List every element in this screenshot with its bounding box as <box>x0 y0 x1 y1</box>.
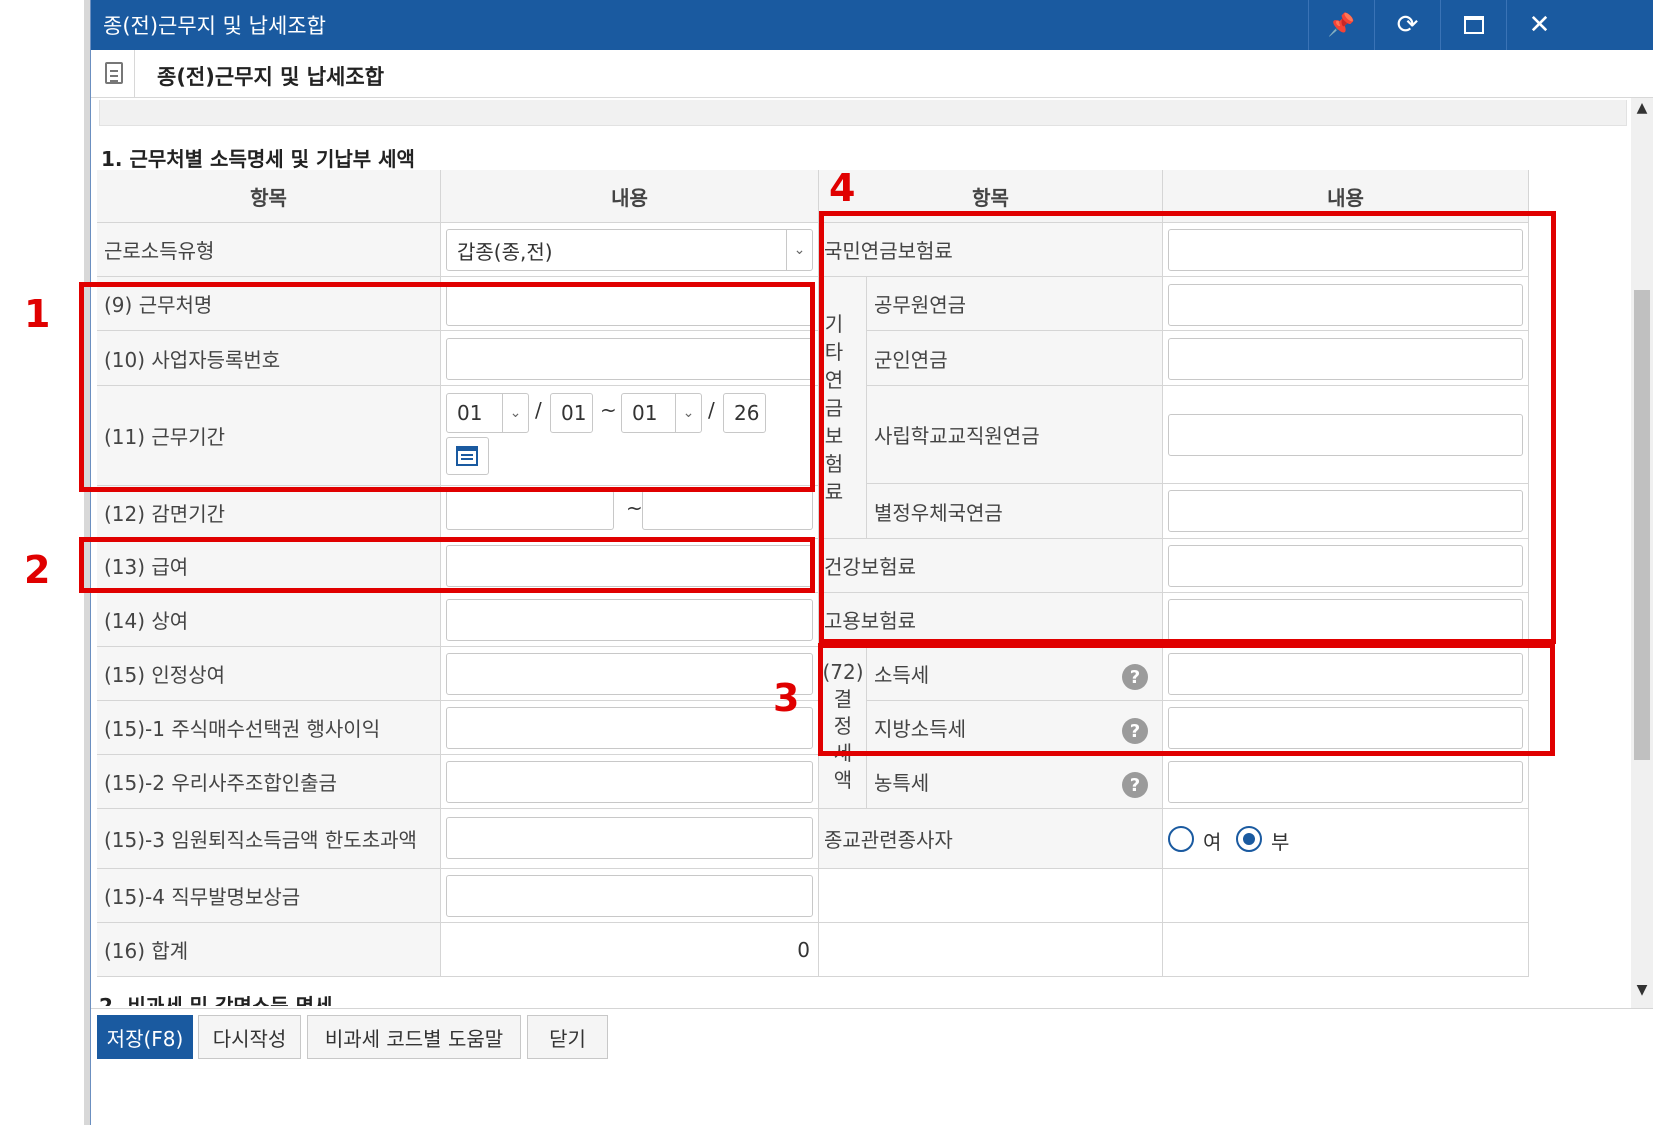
label-esop: (15)-2 우리사주조합인출금 <box>97 755 441 809</box>
window-title: 종(전)근무지 및 납세조합 <box>103 14 326 38</box>
label-exec-retire: (15)-3 임원퇴직소득금액 한도초과액 <box>97 809 441 869</box>
save-button[interactable]: 저장(F8) <box>97 1015 193 1059</box>
income-type-select[interactable]: 갑종(종,전) ⌄ <box>446 229 813 271</box>
exec-retire-input[interactable] <box>446 817 813 859</box>
reduction-from-input[interactable] <box>446 490 614 530</box>
close-icon: ✕ <box>1528 10 1551 40</box>
religious-yes-label: 여 <box>1203 830 1222 854</box>
bonus-input[interactable] <box>446 599 813 641</box>
top-panel <box>99 100 1627 126</box>
maximize-icon <box>1463 16 1484 34</box>
annotation-box-3 <box>818 643 1555 756</box>
scroll-up-arrow-icon[interactable]: ▲ <box>1634 100 1650 116</box>
scrollbar-thumb[interactable] <box>1634 290 1650 760</box>
annotation-box-4 <box>819 211 1556 644</box>
reduction-to-input[interactable] <box>642 490 813 530</box>
empty-cell <box>819 869 1163 923</box>
annotation-box-2 <box>79 537 815 593</box>
religious-no-label: 부 <box>1271 830 1290 854</box>
help-icon[interactable]: ? <box>1122 772 1148 798</box>
religious-yes-radio[interactable] <box>1168 826 1194 852</box>
label-bonus: (14) 상여 <box>97 593 441 647</box>
chevron-down-icon: ⌄ <box>786 230 812 270</box>
annotation-number-2: 2 <box>24 548 51 592</box>
label-total: (16) 합계 <box>97 923 441 977</box>
rural-tax-input[interactable] <box>1168 761 1523 803</box>
annotation-box-1 <box>79 282 815 492</box>
empty-cell <box>1163 869 1529 923</box>
religious-no-radio[interactable] <box>1236 826 1262 852</box>
divider <box>134 50 135 98</box>
document-icon <box>105 62 123 84</box>
refresh-button[interactable]: ⟳ <box>1374 0 1440 50</box>
title-bar: 종(전)근무지 및 납세조합 📌 ⟳ ✕ <box>91 0 1653 50</box>
close-button[interactable]: ✕ <box>1506 0 1572 50</box>
section-title: 1. 근무처별 소득명세 및 기납부 세액 <box>101 147 415 171</box>
empty-cell <box>819 923 1163 977</box>
annotation-number-4: 4 <box>829 166 856 210</box>
help-button[interactable]: 비과세 코드별 도움말 <box>307 1015 521 1059</box>
label-rural-tax: 농특세 <box>867 755 1163 809</box>
label-stock-option: (15)-1 주식매수선택권 행사이익 <box>97 701 441 755</box>
label-invention: (15)-4 직무발명보상금 <box>97 869 441 923</box>
section-2-title: 2. 비과세 및 감면소득 명세 <box>99 994 333 1006</box>
tilde: ~ <box>626 496 643 520</box>
sub-header: 종(전)근무지 및 납세조합 <box>91 50 1653 98</box>
dialog-window: 종(전)근무지 및 납세조합 📌 ⟳ ✕ 종(전)근무지 및 납세조합 1. 근… <box>79 0 1653 1125</box>
page-title: 종(전)근무지 및 납세조합 <box>157 65 385 89</box>
esop-input[interactable] <box>446 761 813 803</box>
close-dialog-button[interactable]: 닫기 <box>527 1015 608 1059</box>
rewrite-button[interactable]: 다시작성 <box>198 1015 301 1059</box>
scroll-down-arrow-icon[interactable]: ▼ <box>1634 982 1650 998</box>
pin-icon: 📌 <box>1327 12 1356 38</box>
label-income-type: 근로소득유형 <box>97 223 441 277</box>
pin-button[interactable]: 📌 <box>1308 0 1374 50</box>
label-deemed-bonus: (15) 인정상여 <box>97 647 441 701</box>
label-religious: 종교관련종사자 <box>819 809 1163 869</box>
label-reduction: (12) 감면기간 <box>97 486 441 539</box>
header-content-left: 내용 <box>441 170 819 223</box>
total-value: 0 <box>441 923 819 977</box>
deemed-bonus-input[interactable] <box>446 653 813 695</box>
refresh-icon: ⟳ <box>1396 10 1419 40</box>
annotation-number-1: 1 <box>24 292 51 336</box>
annotation-number-3: 3 <box>773 676 800 720</box>
header-item-left: 항목 <box>97 170 441 223</box>
maximize-button[interactable] <box>1440 0 1506 50</box>
stock-option-input[interactable] <box>446 707 813 749</box>
income-type-value: 갑종(종,전) <box>457 239 553 264</box>
empty-cell <box>1163 923 1529 977</box>
invention-input[interactable] <box>446 875 813 917</box>
